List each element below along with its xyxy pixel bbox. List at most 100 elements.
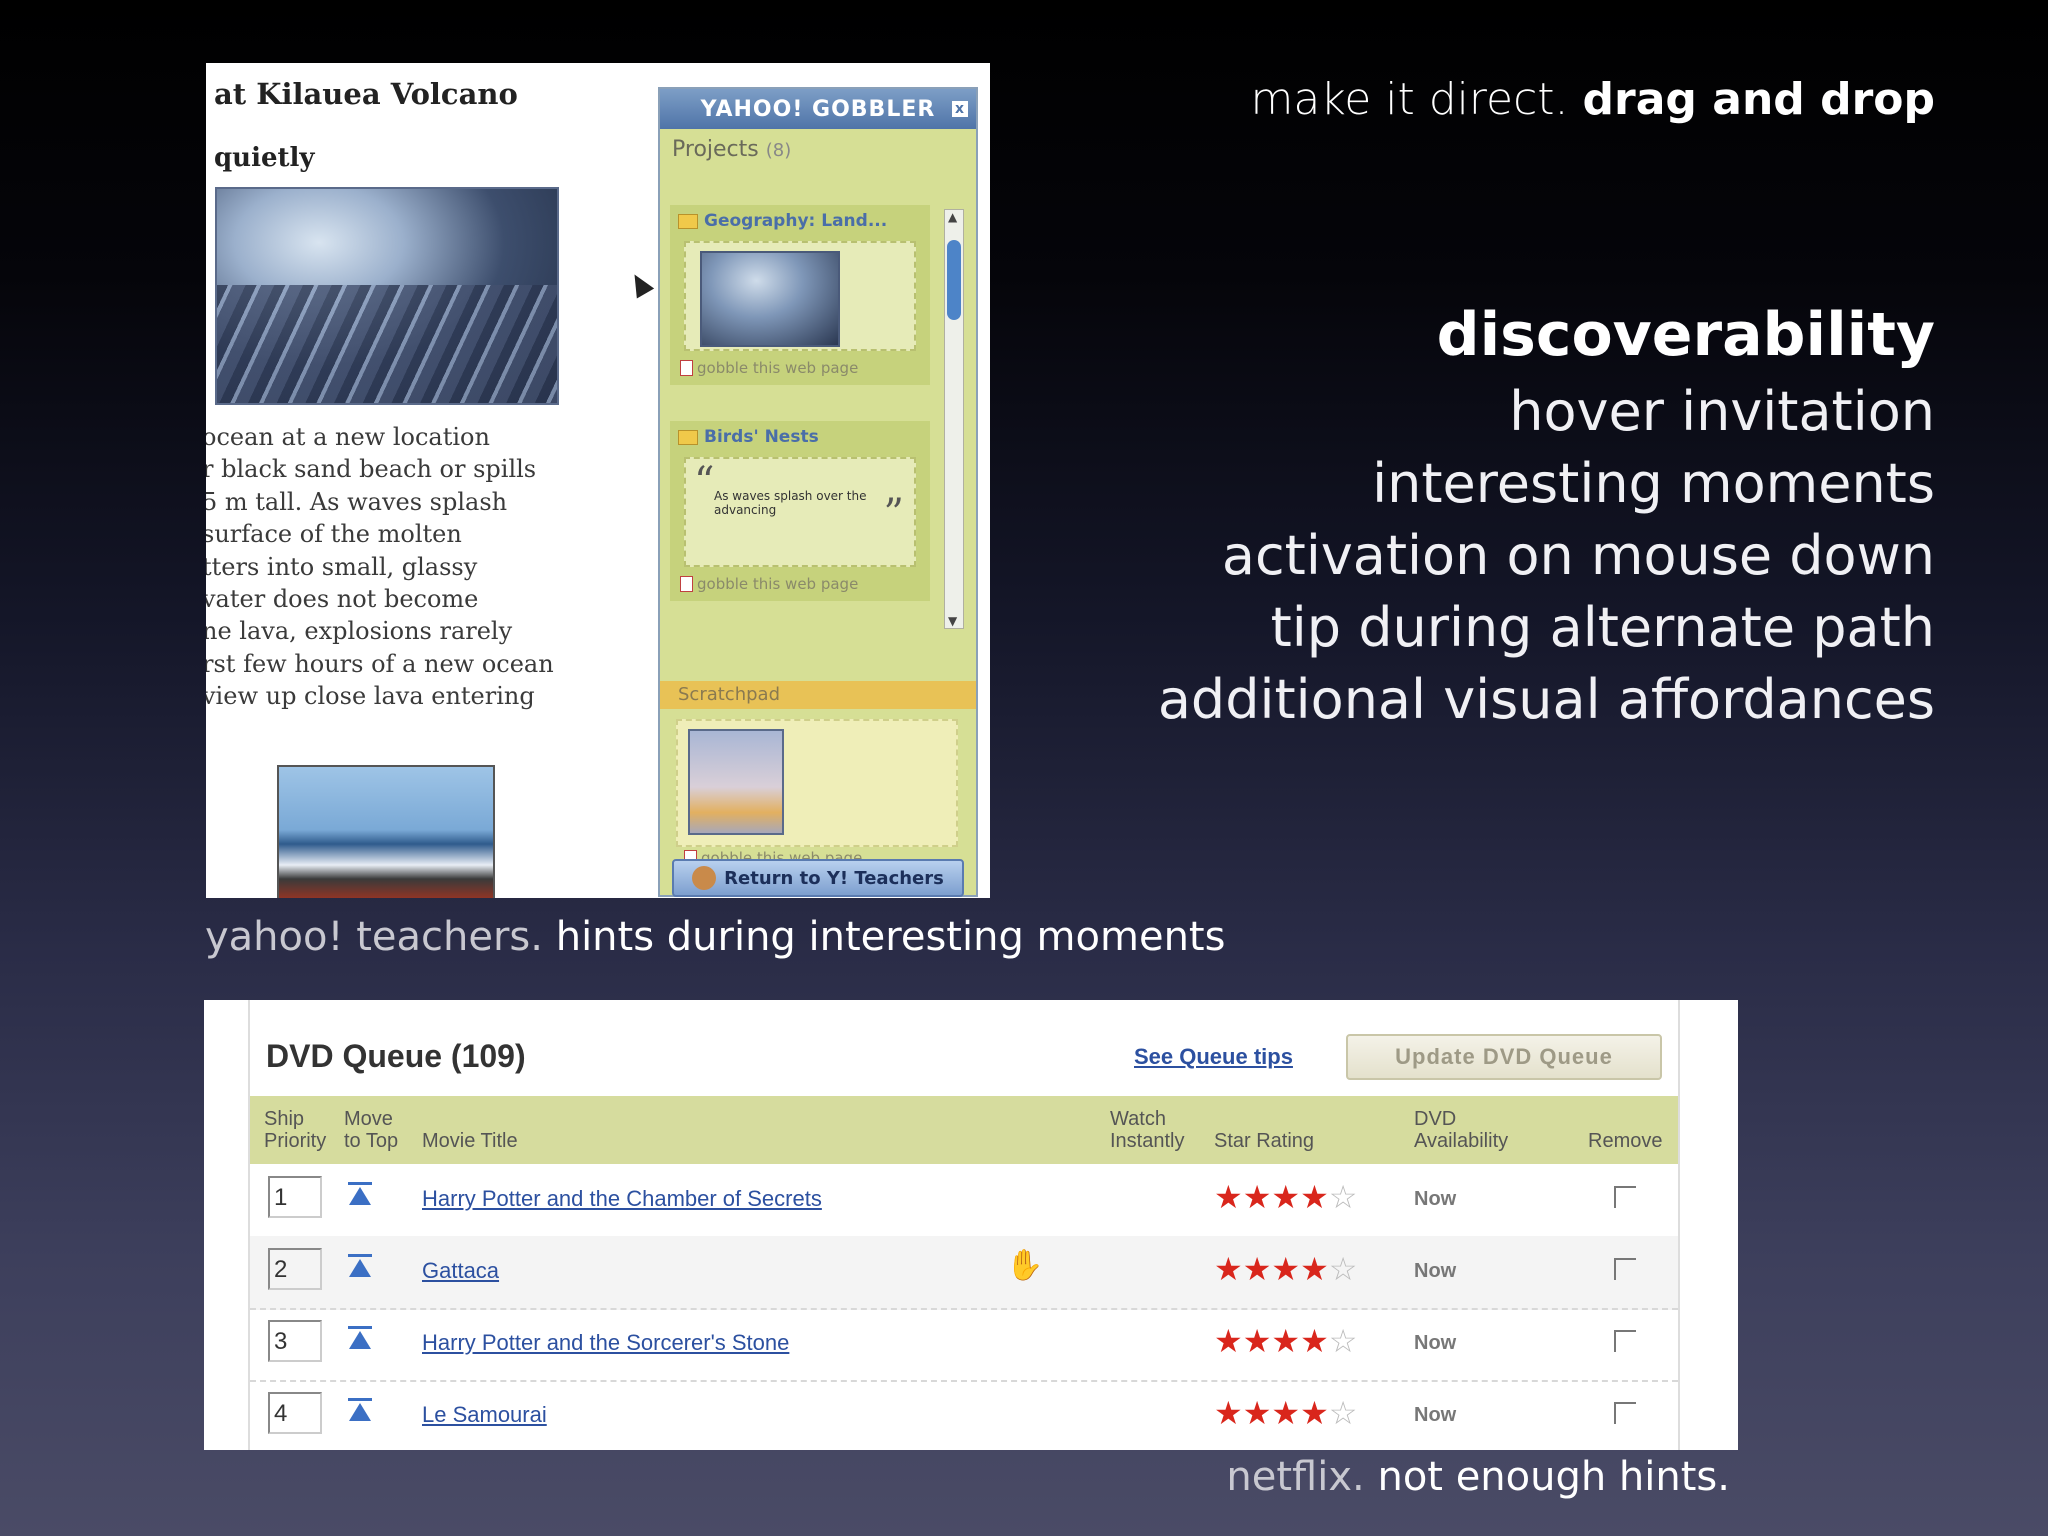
project-title[interactable]: Birds' Nests: [670, 421, 930, 453]
netflix-caption-bold: not enough hints.: [1377, 1454, 1730, 1500]
scroll-down-icon[interactable]: ▼: [948, 614, 957, 628]
col-watch-instantly: Watch Instantly: [1110, 1108, 1184, 1152]
slide-header: make it direct. drag and drop: [1251, 74, 1936, 125]
star-outline-icon[interactable]: ☆: [1329, 1179, 1358, 1215]
gobble-link-text: gobble this web page: [697, 575, 859, 593]
yahoo-caption: yahoo! teachers. hints during interestin…: [205, 914, 1225, 960]
queue-table-header: Ship Priority Move to Top Movie Title Wa…: [250, 1096, 1678, 1164]
movie-title-link[interactable]: Harry Potter and the Chamber of Secrets: [422, 1186, 822, 1212]
queue-tips-link[interactable]: See Queue tips: [1134, 1044, 1293, 1070]
gobble-link[interactable]: gobble this web page: [670, 571, 930, 601]
star-rating[interactable]: ★★★★☆: [1214, 1178, 1357, 1216]
star-icon[interactable]: ★: [1243, 1395, 1272, 1431]
star-outline-icon[interactable]: ☆: [1329, 1395, 1358, 1431]
star-icon[interactable]: ★: [1300, 1395, 1329, 1431]
folder-icon: [678, 213, 698, 229]
remove-checkbox[interactable]: [1614, 1186, 1636, 1208]
col-star-rating: Star Rating: [1214, 1130, 1315, 1152]
remove-checkbox[interactable]: [1614, 1330, 1636, 1352]
movie-title-link[interactable]: Le Samourai: [422, 1402, 547, 1428]
star-icon[interactable]: ★: [1214, 1323, 1243, 1359]
projects-label-text: Projects: [672, 137, 759, 162]
project-birds-nests[interactable]: Birds' Nests “ As waves splash over the …: [670, 421, 930, 601]
article-line: view up close lava entering: [206, 682, 535, 711]
col-label: Priority: [264, 1130, 327, 1152]
gobbler-panel: YAHOO! GOBBLER x Projects (8) Geography:…: [658, 87, 978, 897]
page-icon: [680, 360, 693, 376]
priority-input[interactable]: 2: [268, 1248, 322, 1290]
gobbler-header: YAHOO! GOBBLER x: [660, 89, 976, 129]
star-half-icon[interactable]: ★: [1300, 1251, 1329, 1287]
scroll-up-icon[interactable]: ▲: [948, 210, 957, 224]
star-icon[interactable]: ★: [1271, 1251, 1300, 1287]
movie-title-link[interactable]: Harry Potter and the Sorcerer's Stone: [422, 1330, 789, 1356]
star-outline-icon[interactable]: ☆: [1329, 1323, 1358, 1359]
scratchpad-drop-zone[interactable]: [676, 719, 958, 847]
return-to-teachers-button[interactable]: Return to Y! Teachers: [672, 859, 964, 897]
netflix-caption: netflix. not enough hints.: [1226, 1454, 1730, 1500]
quote-snippet: As waves splash over the advancing: [714, 489, 867, 517]
ocean-lava-photo[interactable]: [277, 765, 495, 898]
remove-checkbox[interactable]: [1614, 1402, 1636, 1424]
scroll-thumb[interactable]: [947, 240, 961, 320]
star-rating[interactable]: ★★★★☆: [1214, 1322, 1357, 1360]
col-label: Ship: [264, 1108, 305, 1130]
volcano-thumbnail[interactable]: [688, 729, 784, 835]
article-line: r black sand beach or spills: [206, 455, 537, 484]
star-icon[interactable]: ★: [1214, 1251, 1243, 1287]
remove-checkbox[interactable]: [1614, 1258, 1636, 1280]
star-rating[interactable]: ★★★★☆: [1214, 1394, 1357, 1432]
update-queue-button[interactable]: Update DVD Queue: [1346, 1034, 1662, 1080]
project-drop-zone[interactable]: [684, 241, 916, 351]
queue-row[interactable]: 2 Gattaca ★★★★☆ Now: [250, 1236, 1678, 1310]
article-line: ne lava, explosions rarely: [206, 617, 513, 646]
yahoo-caption-bold: hints during interesting moments: [555, 914, 1226, 960]
lava-photo[interactable]: [215, 187, 559, 405]
gobbler-title: YAHOO! GOBBLER: [700, 96, 936, 122]
star-icon[interactable]: ★: [1271, 1395, 1300, 1431]
projects-scrollbar[interactable]: ▲ ▼: [944, 209, 964, 629]
project-title[interactable]: Geography: Land...: [670, 205, 930, 237]
col-remove: Remove: [1588, 1130, 1663, 1152]
star-icon[interactable]: ★: [1271, 1323, 1300, 1359]
star-icon[interactable]: ★: [1214, 1179, 1243, 1215]
teacher-avatar-icon: [692, 866, 717, 890]
star-icon[interactable]: ★: [1300, 1179, 1329, 1215]
close-icon[interactable]: x: [952, 101, 968, 117]
article-line: rst few hours of a new ocean: [206, 649, 554, 678]
priority-input[interactable]: 1: [268, 1176, 322, 1218]
availability-text: Now: [1414, 1260, 1457, 1282]
star-icon[interactable]: ★: [1300, 1323, 1329, 1359]
availability-text: Now: [1414, 1332, 1457, 1354]
projects-label: Projects (8): [660, 129, 976, 166]
discoverability-list: hover invitation interesting moments act…: [1158, 376, 1935, 736]
scratchpad-header: Scratchpad: [660, 681, 976, 709]
yahoo-teachers-screenshot: at Kilauea Volcano quietly ocean at a ne…: [206, 63, 990, 898]
project-geography[interactable]: Geography: Land... gobble this web page: [670, 205, 930, 385]
star-icon[interactable]: ★: [1243, 1323, 1272, 1359]
priority-input[interactable]: 4: [268, 1392, 322, 1434]
star-icon[interactable]: ★: [1243, 1251, 1272, 1287]
queue-row[interactable]: 4 Le Samourai ★★★★☆ Now: [250, 1380, 1678, 1450]
article-subtitle: quietly: [214, 143, 315, 173]
article-line: 5 m tall. As waves splash: [206, 487, 508, 516]
movie-title-link[interactable]: Gattaca: [422, 1258, 499, 1284]
star-rating[interactable]: ★★★★☆: [1214, 1250, 1357, 1288]
queue-row[interactable]: 3 Harry Potter and the Sorcerer's Stone …: [250, 1308, 1678, 1382]
project-drop-zone[interactable]: “ As waves splash over the advancing ”: [684, 457, 916, 567]
lava-thumbnail[interactable]: [700, 251, 840, 347]
star-icon[interactable]: ★: [1271, 1179, 1300, 1215]
queue-title: DVD Queue (109): [266, 1038, 526, 1074]
star-outline-icon[interactable]: ☆: [1329, 1251, 1358, 1287]
queue-row[interactable]: 1 Harry Potter and the Chamber of Secret…: [250, 1164, 1678, 1238]
priority-input[interactable]: 3: [268, 1320, 322, 1362]
availability-text: Now: [1414, 1404, 1457, 1426]
article-line: vater does not become: [206, 585, 479, 614]
star-icon[interactable]: ★: [1214, 1395, 1243, 1431]
queue-panel: DVD Queue (109) See Queue tips Update DV…: [248, 1000, 1680, 1450]
star-icon[interactable]: ★: [1243, 1179, 1272, 1215]
gobble-link[interactable]: gobble this web page: [670, 355, 930, 385]
col-label: Move: [344, 1108, 393, 1130]
netflix-caption-light: netflix.: [1226, 1454, 1365, 1500]
projects-count: (8): [765, 140, 792, 161]
